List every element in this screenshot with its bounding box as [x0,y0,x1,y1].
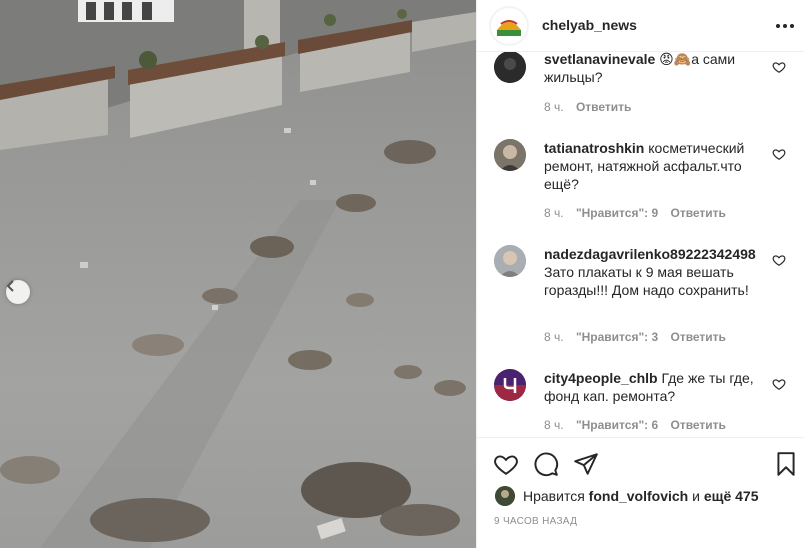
likes-prefix: Нравится [523,488,585,504]
reply-button[interactable]: Ответить [670,330,725,344]
comment-username[interactable]: city4people_chlb [544,370,658,386]
comment-time: 8 ч. [544,206,564,220]
like-comment-heart-icon[interactable] [772,377,786,391]
comment-username[interactable]: nadezdagavrilenko89222342498 [544,246,756,262]
comment-meta: 8 ч. Ответить [544,100,640,114]
comment-username[interactable]: tatianatroshkin [544,140,644,156]
comment-likes[interactable]: "Нравится": 6 [576,418,658,432]
reply-button[interactable]: Ответить [576,100,631,114]
like-comment-heart-icon[interactable] [772,60,786,74]
commenter-avatar[interactable] [494,139,526,171]
likes-count-link[interactable]: ещё 475 [704,488,759,504]
save-bookmark-icon[interactable] [773,451,799,477]
likes-middle: и [688,488,704,504]
comment-text-block: svetlanavinevale 😡🙈а сами жильцы? [544,52,774,86]
commenter-avatar[interactable] [494,369,526,401]
liker-avatar[interactable] [495,486,515,506]
comment-text: Зато плакаты к 9 мая вешать горазды!!! Д… [544,264,749,298]
chevron-left-icon [6,280,14,292]
likes-summary: Нравится fond_volfovich и ещё 475 [495,486,758,506]
comment-meta: 8 ч. "Нравится": 3 Ответить [544,330,735,344]
post-actions: Нравится fond_volfovich и ещё 475 9 ЧАСО… [477,437,804,548]
reply-button[interactable]: Ответить [670,206,725,220]
share-paper-plane-icon[interactable] [573,451,599,477]
commenter-avatar[interactable] [494,245,526,277]
comment-bubble-icon[interactable] [533,451,559,477]
user-photo-icon [494,245,526,277]
like-heart-icon[interactable] [493,451,519,477]
comment-likes[interactable]: "Нравится": 3 [576,330,658,344]
author-avatar[interactable] [489,6,529,46]
like-comment-heart-icon[interactable] [772,147,786,161]
comment-text-block: tatianatroshkin косметический ремонт, на… [544,139,774,193]
post-photo[interactable] [0,0,476,548]
comment-username[interactable]: svetlanavinevale [544,52,655,67]
post-timestamp[interactable]: 9 ЧАСОВ НАЗАД [494,516,577,527]
user-photo-icon [495,486,515,506]
comments-list[interactable]: svetlanavinevale 😡🙈а сами жильцы? 8 ч. О… [477,52,804,437]
comment-text-block: nadezdagavrilenko89222342498 Зато плакат… [544,245,774,299]
comment-time: 8 ч. [544,100,564,114]
comment-time: 8 ч. [544,418,564,432]
previous-photo-button[interactable] [6,280,30,304]
comment-time: 8 ч. [544,330,564,344]
reply-button[interactable]: Ответить [670,418,725,432]
more-options-button[interactable] [773,16,797,36]
liker-username[interactable]: fond_volfovich [589,488,689,504]
post-side-panel: chelyab_news svetlanavinevale 😡🙈а сами ж… [476,0,804,548]
comment-meta: 8 ч. "Нравится": 6 Ответить [544,418,735,432]
comment-text-block: city4people_chlb Где же ты где, фонд кап… [544,369,774,405]
post-header: chelyab_news [477,0,804,52]
commenter-avatar[interactable] [494,52,526,83]
chelyab-logo-icon [492,9,526,43]
photo-asphalt-icon [0,0,476,548]
like-comment-heart-icon[interactable] [772,253,786,267]
comment-meta: 8 ч. "Нравится": 9 Ответить [544,206,735,220]
ellipsis-icon [776,24,794,28]
user-photo-icon [494,52,526,83]
user-photo-icon [494,139,526,171]
author-username[interactable]: chelyab_news [542,17,637,33]
city4people-logo-icon [494,369,526,401]
comment-likes[interactable]: "Нравится": 9 [576,206,658,220]
